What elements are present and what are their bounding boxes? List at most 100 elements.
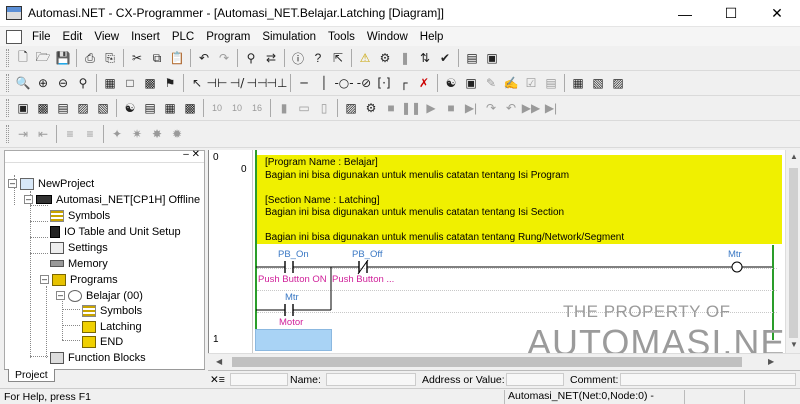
menu-file[interactable]: File <box>26 31 57 43</box>
stop-compile-icon[interactable]: ❚ <box>396 49 414 67</box>
online-icon[interactable]: ☯ <box>442 74 460 92</box>
sim-step-in-icon[interactable]: ↷ <box>482 99 500 117</box>
tool-b-icon[interactable]: ✷ <box>128 125 146 143</box>
toolbar-grip[interactable] <box>6 99 9 117</box>
tab-project[interactable]: Project <box>8 369 55 382</box>
menu-edit[interactable]: Edit <box>57 31 89 43</box>
horizontal-line-icon[interactable]: ─ <box>295 74 313 92</box>
maximize-button[interactable]: ☐ <box>708 0 754 27</box>
menu-window[interactable]: Window <box>361 31 414 43</box>
indent-icon[interactable]: ⇥ <box>14 125 32 143</box>
sim-stop2-icon[interactable]: ■ <box>442 99 460 117</box>
bookmark-icon[interactable]: ⚑ <box>161 74 179 92</box>
outdent-icon[interactable]: ⇤ <box>34 125 52 143</box>
context-help-icon[interactable]: ⇱ <box>329 49 347 67</box>
io-table-icon[interactable]: ▦ <box>161 99 179 117</box>
menu-plc[interactable]: PLC <box>166 31 200 43</box>
window-tile-icon[interactable]: ▤ <box>463 49 481 67</box>
collapse-icon[interactable]: – <box>56 291 65 300</box>
undo-icon[interactable]: ↶ <box>195 49 213 67</box>
zoom-out-icon[interactable]: ⊖ <box>54 74 72 92</box>
vertical-line-icon[interactable]: │ <box>315 74 333 92</box>
sim-stop-icon[interactable]: ■ <box>382 99 400 117</box>
monitor-mode-icon[interactable]: ▣ <box>462 74 480 92</box>
menu-help[interactable]: Help <box>414 31 450 43</box>
online-edit-icon[interactable]: ✎ <box>482 74 500 92</box>
hex-10-icon[interactable]: 10 <box>208 99 226 117</box>
warning-icon[interactable]: ⚠ <box>356 49 374 67</box>
tree-node-symbols[interactable]: Symbols <box>50 208 110 223</box>
cut-icon[interactable]: ✂ <box>128 49 146 67</box>
name-field[interactable] <box>326 373 416 386</box>
grid-icon[interactable]: ▦ <box>101 74 119 92</box>
connect-line-icon[interactable]: ┌ <box>395 74 413 92</box>
or-contact-icon[interactable]: ⊣⊣ <box>247 74 268 92</box>
new-file-icon[interactable]: 🗋 <box>14 49 32 67</box>
tree-node-latching[interactable]: Latching <box>82 319 142 334</box>
compare-icon[interactable]: ☯ <box>121 99 139 117</box>
toolbar-grip[interactable] <box>6 49 9 67</box>
tree-node-memory[interactable]: Memory <box>50 256 108 271</box>
monitor-toggle-icon[interactable]: ▨ <box>74 99 92 117</box>
scroll-down-icon[interactable]: ▼ <box>790 340 798 349</box>
copy-icon[interactable]: ⧉ <box>148 49 166 67</box>
document-icon[interactable] <box>6 29 22 44</box>
collapse-icon[interactable]: – <box>40 275 49 284</box>
coil-mtr-symbol[interactable]: Mtr <box>728 249 742 260</box>
print-preview-icon[interactable]: ⎘ <box>101 49 119 67</box>
collapse-icon[interactable]: – <box>8 179 17 188</box>
unit-setup-icon[interactable]: ▩ <box>181 99 199 117</box>
horizontal-scroll-thumb[interactable] <box>232 357 742 367</box>
propbar-close-icon[interactable]: ✕≡ <box>210 374 225 386</box>
tree-node-io-table[interactable]: IO Table and Unit Setup <box>50 224 181 239</box>
or-nc-contact-icon[interactable]: ⊣⊥ <box>267 74 288 92</box>
paste-icon[interactable]: 📋 <box>168 49 186 67</box>
help-icon[interactable]: ? <box>309 49 327 67</box>
sim-step-icon[interactable]: ▶| <box>462 99 480 117</box>
cursor-cell[interactable] <box>255 329 332 351</box>
menu-program[interactable]: Program <box>200 31 256 43</box>
address-field[interactable] <box>506 373 564 386</box>
collapse-icon[interactable]: – <box>24 195 33 204</box>
nc-coil-icon[interactable]: -⊘ <box>355 74 373 92</box>
decimal-10-icon[interactable]: 10 <box>228 99 246 117</box>
minimize-button[interactable]: — <box>662 0 708 27</box>
work-online-icon[interactable]: ▣ <box>14 99 32 117</box>
find-icon[interactable]: ⚲ <box>242 49 260 67</box>
open-folder-icon[interactable]: 🗁 <box>34 49 52 67</box>
sim-step-run-icon[interactable]: ▶▶ <box>522 99 540 117</box>
cancel-edit-icon[interactable]: ✍ <box>502 74 520 92</box>
tree-node-program[interactable]: – Belajar (00) <box>56 288 143 303</box>
select-icon[interactable]: ↖ <box>188 74 206 92</box>
window-cascade-icon[interactable]: ▣ <box>483 49 501 67</box>
instruction-icon[interactable]: [·] <box>375 74 393 92</box>
tool-c-icon[interactable]: ✸ <box>148 125 166 143</box>
toolbar-grip[interactable] <box>6 125 9 143</box>
align-right-icon[interactable]: ≡ <box>81 125 99 143</box>
transfer-edit-icon[interactable]: ☑ <box>522 74 540 92</box>
menu-view[interactable]: View <box>88 31 125 43</box>
monitor-icon[interactable]: ▩ <box>141 74 159 92</box>
tree-node-prog-symbols[interactable]: Symbols <box>82 303 142 318</box>
ladder-diagram[interactable]: 0 0 1 [Program Name : Belajar] Bagian in… <box>208 150 800 369</box>
sim-step-out-icon[interactable]: ↶ <box>502 99 520 117</box>
sim-scan-icon[interactable]: ▶| <box>542 99 560 117</box>
zoom-fit-icon[interactable]: ⚲ <box>74 74 92 92</box>
memory-view-icon[interactable]: ▨ <box>609 74 627 92</box>
sim-settings-icon[interactable]: ⚙ <box>362 99 380 117</box>
force-cancel-icon[interactable]: ▯ <box>315 99 333 117</box>
check-program-icon[interactable]: ✔ <box>436 49 454 67</box>
run-mode-icon[interactable]: ▧ <box>94 99 112 117</box>
about-icon[interactable]: ⓘ <box>289 49 307 67</box>
print-icon[interactable]: ⎙ <box>81 49 99 67</box>
menu-simulation[interactable]: Simulation <box>256 31 322 43</box>
simulator-icon[interactable]: ▨ <box>342 99 360 117</box>
tree-node-function-blocks[interactable]: Function Blocks <box>50 350 146 365</box>
coil-icon[interactable]: -○- <box>334 74 353 92</box>
force-on-icon[interactable]: ▮ <box>275 99 293 117</box>
cross-ref-icon[interactable]: ▧ <box>589 74 607 92</box>
align-left-icon[interactable]: ≡ <box>61 125 79 143</box>
delete-line-icon[interactable]: ✗ <box>415 74 433 92</box>
tree-node-end[interactable]: END <box>82 334 123 349</box>
vertical-scroll-thumb[interactable] <box>789 168 798 338</box>
